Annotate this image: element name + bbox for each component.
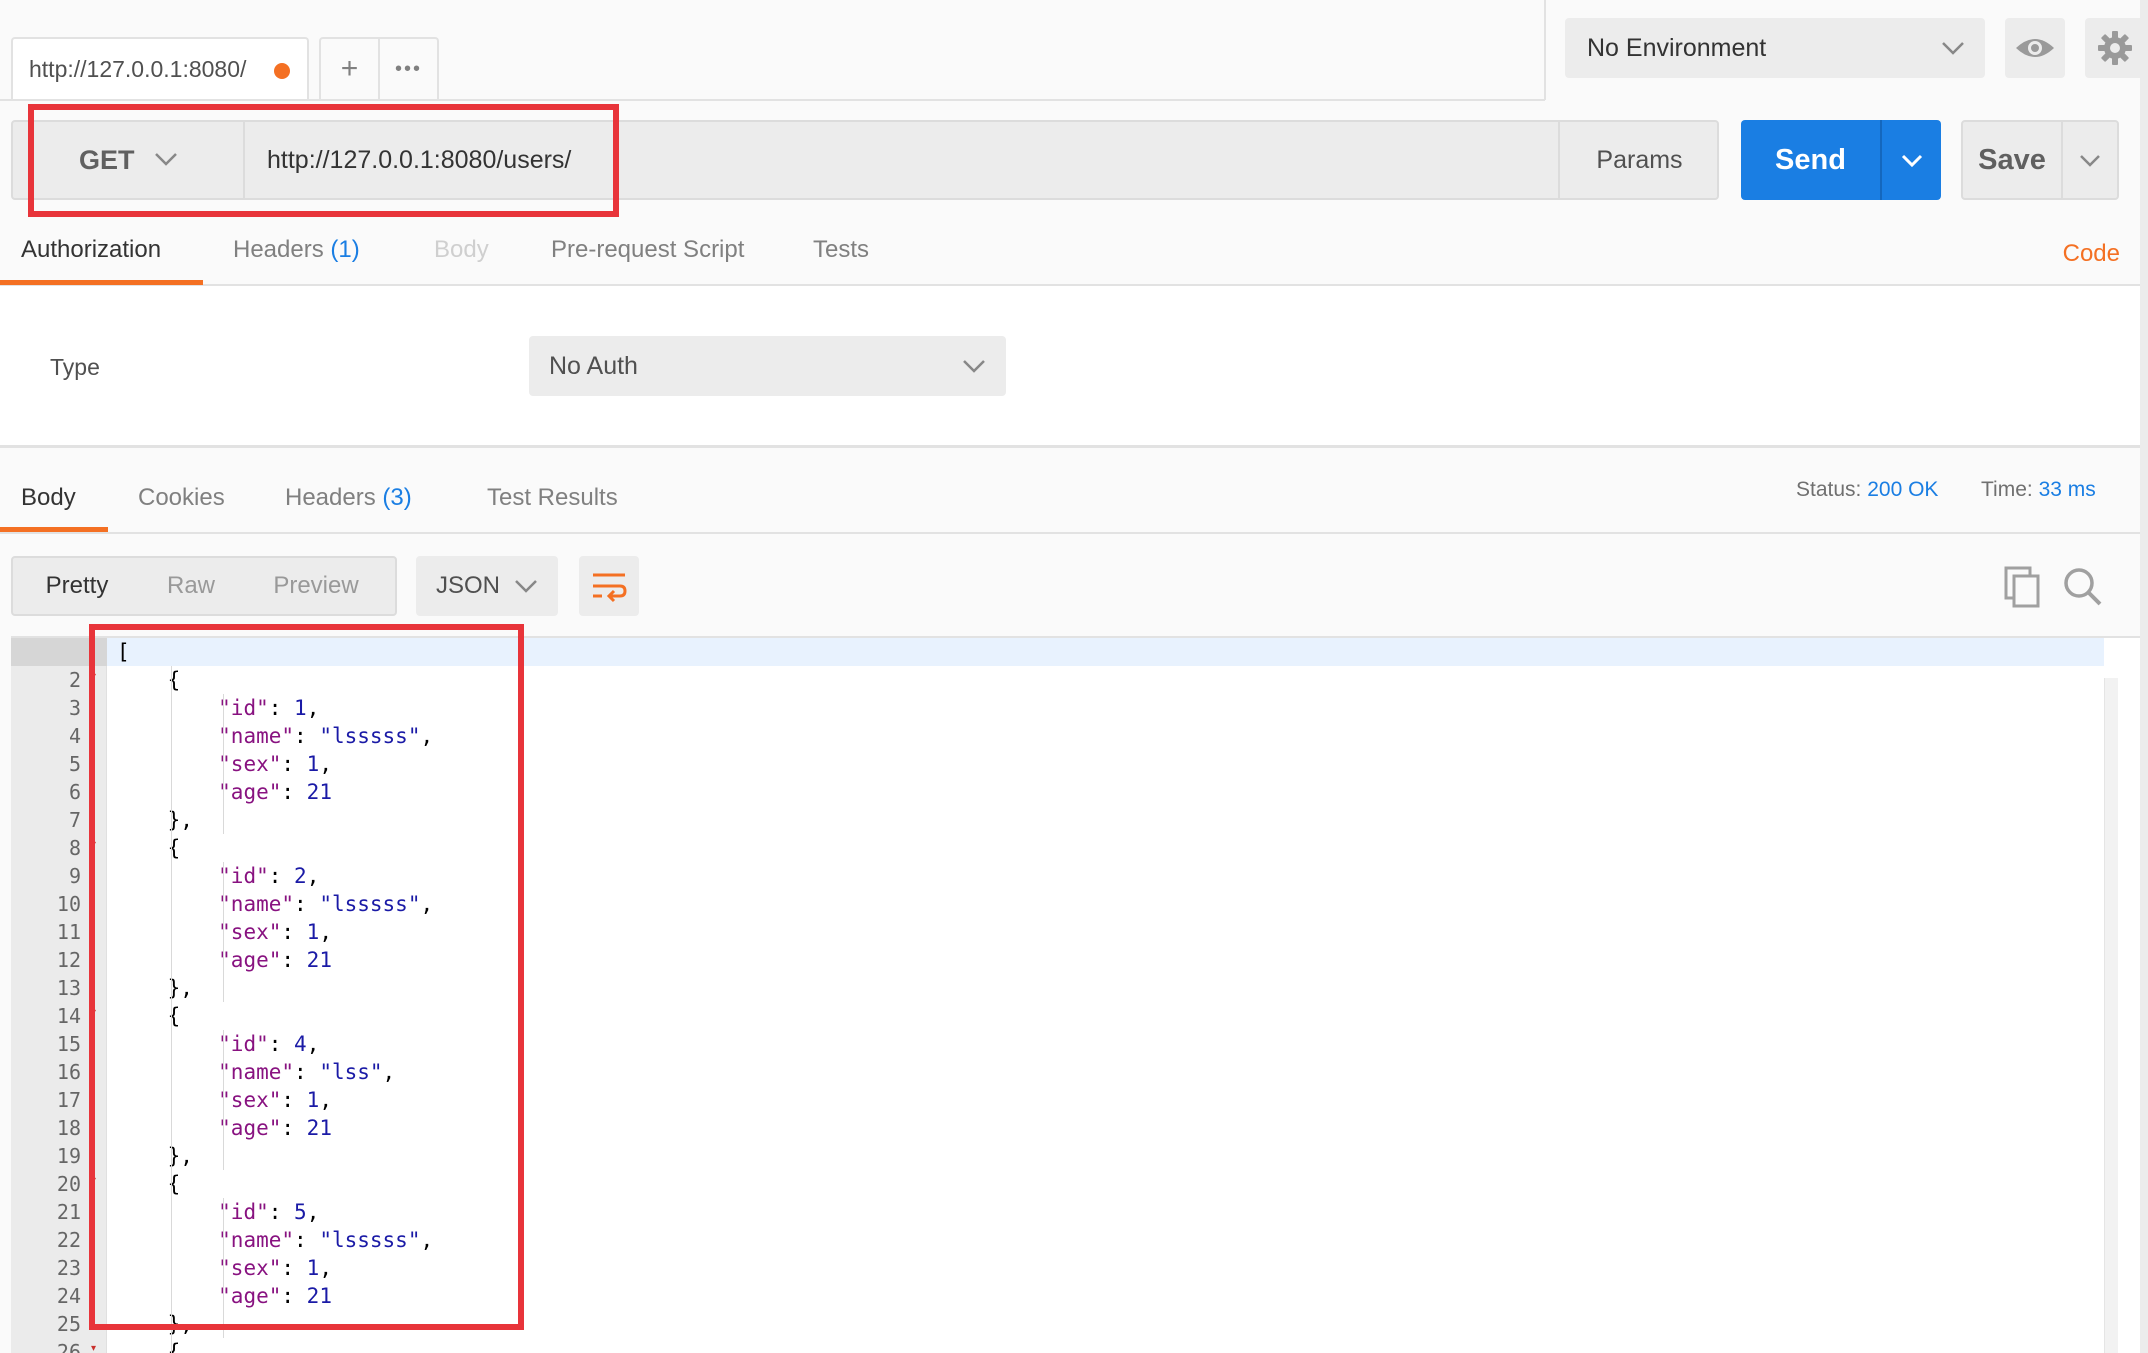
auth-type-label: Type [50,354,100,380]
tab-pre-request-script[interactable]: Pre-request Script [551,236,744,264]
line-number: 10 [56,892,81,916]
line-number: 25 [56,1312,81,1336]
highlight-box-response [89,624,524,1330]
window-right-edge [2140,0,2148,1353]
auth-type-value: No Auth [549,351,638,380]
postman-window: http://127.0.0.1:8080/ + ••• No Environm… [0,0,2148,1353]
environment-select-value: No Environment [1587,33,1767,62]
time-value: 33 ms [2038,478,2096,501]
eye-icon [2016,39,2054,57]
tab-headers-label: Headers [233,236,324,263]
chevron-down-icon [1942,42,1964,55]
status-value: 200 OK [1867,478,1939,501]
tab-response-headers-label: Headers [285,484,376,511]
line-number: 13 [56,976,81,1000]
search-icon[interactable] [2062,566,2104,608]
line-number: 24 [56,1284,81,1308]
line-number: 21 [56,1200,81,1224]
tab-cookies[interactable]: Cookies [138,484,225,512]
line-number: 6 [68,780,81,804]
response-tabs-divider [0,532,2140,534]
send-button[interactable]: Send [1741,120,1941,200]
new-tab-button[interactable]: + [321,39,380,99]
line-number: 8 [68,836,81,860]
tab-tests[interactable]: Tests [813,236,869,264]
send-dropdown-button[interactable] [1882,120,1941,200]
more-tabs-button[interactable]: ••• [380,39,437,99]
response-status: Status: 200 OK [1796,478,1938,502]
editor-scrollbar[interactable] [2104,678,2118,1353]
request-tabs: Authorization Headers (1) Body Pre-reque… [0,226,2140,286]
view-pretty-button[interactable]: Pretty [13,558,141,614]
line-number: 2 [68,668,81,692]
status-label: Status: [1796,478,1862,501]
line-number: 22 [56,1228,81,1252]
line-number: 7 [68,808,81,832]
line-number: 20 [56,1172,81,1196]
save-button-label: Save [1978,143,2046,176]
line-number: 11 [56,920,81,944]
line-number: 14 [56,1004,81,1028]
line-number: 26 [56,1340,81,1353]
unsaved-dot-icon [274,63,290,79]
environment-quick-look-button[interactable] [2005,18,2065,78]
line-number: 15 [56,1032,81,1056]
wrap-lines-button[interactable] [579,556,639,616]
tab-authorization[interactable]: Authorization [21,236,161,264]
view-mode-group: Pretty Raw Preview [11,556,397,616]
line-number: 3 [68,696,81,720]
line-number: 18 [56,1116,81,1140]
panel-divider [0,445,2140,448]
tab-test-results[interactable]: Test Results [487,484,618,512]
line-number: 23 [56,1256,81,1280]
params-button[interactable]: Params [1558,122,1719,198]
line-number: 9 [68,864,81,888]
active-tab-indicator [0,280,203,285]
line-number: 4 [68,724,81,748]
line-number: 5 [68,752,81,776]
format-select[interactable]: JSON [416,556,558,616]
gear-icon [2098,31,2132,65]
code-token: { [167,1340,181,1353]
chevron-down-icon [515,580,537,593]
request-tab[interactable]: http://127.0.0.1:8080/ [11,37,309,99]
tab-actions: + ••• [319,37,439,99]
code-link[interactable]: Code [2063,240,2120,268]
view-preview-button[interactable]: Preview [241,558,391,614]
chevron-down-icon [1901,154,1922,168]
line-number: 12 [56,948,81,972]
tab-response-headers-count: (3) [382,484,412,511]
save-button[interactable]: Save [1961,120,2119,200]
settings-button[interactable] [2085,18,2145,78]
send-button-label: Send [1775,143,1846,176]
authorization-panel: Type No Auth [0,286,2140,446]
request-tab-title: http://127.0.0.1:8080/ [29,55,247,82]
highlight-box-request [28,104,619,217]
chevron-down-icon [963,360,985,373]
wrap-lines-icon [593,573,627,603]
response-time: Time: 33 ms [1981,478,2096,502]
format-select-value: JSON [436,572,501,599]
tab-headers-count: (1) [330,236,360,263]
copy-icon[interactable] [2004,566,2042,608]
chevron-down-icon [2080,155,2100,167]
tab-response-body[interactable]: Body [21,484,76,512]
line-number: 17 [56,1088,81,1112]
view-raw-button[interactable]: Raw [141,558,241,614]
tab-response-headers[interactable]: Headers (3) [285,484,412,512]
header-separator [1544,0,1546,100]
time-label: Time: [1981,478,2033,501]
save-dropdown-button[interactable] [2063,122,2117,198]
fold-toggle-icon[interactable]: ▾ [91,1344,101,1353]
tab-headers[interactable]: Headers (1) [233,236,360,264]
line-number: 16 [56,1060,81,1084]
tab-bar-divider [0,99,1545,101]
line-number: 19 [56,1144,81,1168]
tab-body[interactable]: Body [434,236,489,264]
auth-type-select[interactable]: No Auth [529,336,1006,396]
environment-select[interactable]: No Environment [1565,18,1985,78]
